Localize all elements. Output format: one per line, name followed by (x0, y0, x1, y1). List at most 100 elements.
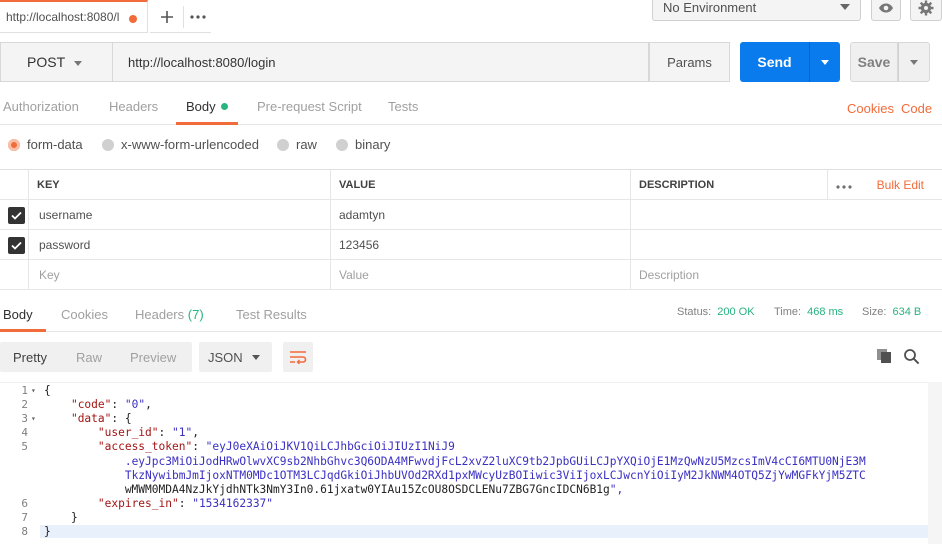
gear-icon (918, 0, 934, 15)
copy-icon[interactable] (876, 348, 892, 367)
code-line: } (44, 510, 78, 524)
row-enabled-checkbox[interactable] (8, 207, 25, 224)
modified-dot-icon (220, 103, 228, 110)
row-enabled-checkbox[interactable] (8, 237, 25, 254)
fold-toggle-icon[interactable]: ▾ (31, 386, 36, 395)
radio-raw[interactable]: raw (277, 137, 317, 152)
line-number: 3 (21, 412, 28, 426)
tab-response-cookies[interactable]: Cookies (61, 307, 108, 322)
table-header-row: KEY VALUE DESCRIPTION Bulk Edit (0, 170, 942, 200)
chevron-down-icon (821, 59, 829, 65)
radio-label: x-www-form-urlencoded (121, 137, 259, 152)
request-tab[interactable]: http://localhost:8080/l (0, 0, 148, 33)
manage-environments-button[interactable] (910, 0, 942, 21)
send-options-button[interactable] (809, 42, 840, 82)
scrollbar[interactable] (928, 382, 942, 544)
status-readout: Status: 200 OK (677, 306, 755, 318)
fold-toggle-icon[interactable]: ▾ (31, 414, 36, 423)
format-select[interactable]: JSON (199, 342, 272, 372)
radio-label: form-data (27, 137, 83, 152)
unsaved-dot-icon (129, 15, 137, 23)
chevron-down-icon (74, 61, 82, 66)
eye-icon (879, 3, 893, 12)
tab-bar: http://localhost:8080/l No Environment (0, 0, 942, 33)
environment-quick-look-button[interactable] (871, 0, 901, 21)
description-placeholder[interactable]: Description (630, 260, 942, 290)
url-input[interactable] (112, 42, 649, 82)
radio-urlencoded[interactable]: x-www-form-urlencoded (102, 137, 259, 152)
radio-form-data[interactable]: form-data (8, 137, 83, 152)
code-link[interactable]: Code (901, 101, 932, 116)
new-tab-button[interactable] (152, 6, 182, 28)
code-line: wMWM0MDA4NzJkYjdhNTk3NmY3In0.61jxatw0YIA… (44, 482, 624, 496)
plus-icon (161, 11, 173, 23)
time-label: Time: (774, 306, 802, 318)
request-tab-title: http://localhost:8080/l (6, 10, 120, 24)
description-cell[interactable] (630, 230, 942, 260)
value-placeholder[interactable]: Value (330, 260, 630, 290)
chevron-down-icon (910, 59, 918, 65)
radio-unselected-icon (277, 138, 289, 151)
table-row-new: Key Value Description (0, 260, 942, 290)
tab-body-label: Body (186, 99, 216, 114)
key-cell[interactable]: username (28, 200, 330, 230)
search-icon[interactable] (903, 348, 920, 368)
line-number: 2 (21, 398, 28, 412)
code-line: "expires_in": "1534162337" (97, 496, 274, 510)
response-tabs: Body Cookies Headers (7) Test Results St… (0, 297, 942, 332)
radio-binary[interactable]: binary (336, 137, 390, 152)
raw-button[interactable]: Raw (76, 350, 102, 365)
save-button[interactable]: Save (850, 42, 898, 82)
code-line: "code": "0", (70, 398, 152, 412)
tab-test-results[interactable]: Test Results (236, 307, 307, 322)
bulk-edit-link[interactable]: Bulk Edit (877, 178, 924, 192)
save-options-button[interactable] (898, 42, 930, 82)
tab-headers[interactable]: Headers (109, 99, 158, 114)
environment-select[interactable]: No Environment (652, 0, 861, 21)
pretty-button[interactable]: Pretty (13, 350, 47, 365)
line-number: 6 (21, 496, 28, 510)
tab-authorization[interactable]: Authorization (3, 99, 79, 114)
radio-unselected-icon (102, 138, 114, 151)
wrap-lines-icon (290, 351, 307, 364)
line-number: 1 (21, 384, 28, 397)
column-header-value: VALUE (330, 170, 630, 200)
code-line: TkzNywibmJmIjoxNTM0MDc1OTM3LCJqdGkiOiJhb… (124, 468, 866, 482)
line-number-gutter: 1 ▾ 2 3 ▾ 4 5 6 7 8 (0, 383, 40, 543)
radio-label: raw (296, 137, 317, 152)
description-cell[interactable] (630, 200, 942, 230)
tab-response-headers[interactable]: Headers (7) (135, 307, 204, 322)
format-label: JSON (208, 349, 243, 365)
send-button[interactable]: Send (740, 42, 809, 82)
active-tab-indicator (0, 329, 46, 332)
divider (827, 170, 828, 200)
chevron-down-icon (252, 355, 260, 360)
time-value: 468 ms (807, 306, 844, 318)
tab-tests[interactable]: Tests (388, 99, 418, 114)
key-placeholder[interactable]: Key (28, 260, 330, 290)
line-number: 7 (21, 510, 28, 524)
more-horizontal-icon[interactable] (836, 176, 852, 192)
tab-response-body[interactable]: Body (3, 307, 33, 322)
tab-prerequest-script[interactable]: Pre-request Script (257, 99, 362, 114)
active-tab-indicator (176, 122, 238, 125)
more-horizontal-icon (189, 15, 206, 19)
form-data-table: KEY VALUE DESCRIPTION Bulk Edit username… (0, 169, 942, 290)
line-number: 5 (21, 440, 28, 454)
column-header-key: KEY (28, 170, 330, 200)
key-cell[interactable]: password (28, 230, 330, 260)
code-line: { (44, 384, 51, 397)
preview-button[interactable]: Preview (130, 350, 176, 365)
status-label: Status: (677, 306, 712, 318)
table-row: username adamtyn (0, 200, 942, 230)
value-cell[interactable]: adamtyn (330, 200, 630, 230)
more-tabs-button[interactable] (183, 6, 211, 28)
tab-body[interactable]: Body (186, 99, 228, 114)
response-body-editor[interactable]: 1 ▾ 2 3 ▾ 4 5 6 7 8 { "code": "0", "data": { "use… (0, 382, 928, 543)
environment-label: No Environment (663, 0, 757, 15)
wrap-lines-button[interactable] (283, 342, 313, 372)
cookies-link[interactable]: Cookies (847, 101, 894, 116)
params-button[interactable]: Params (649, 42, 730, 82)
method-select[interactable]: POST (0, 42, 112, 82)
value-cell[interactable]: 123456 (330, 230, 630, 260)
